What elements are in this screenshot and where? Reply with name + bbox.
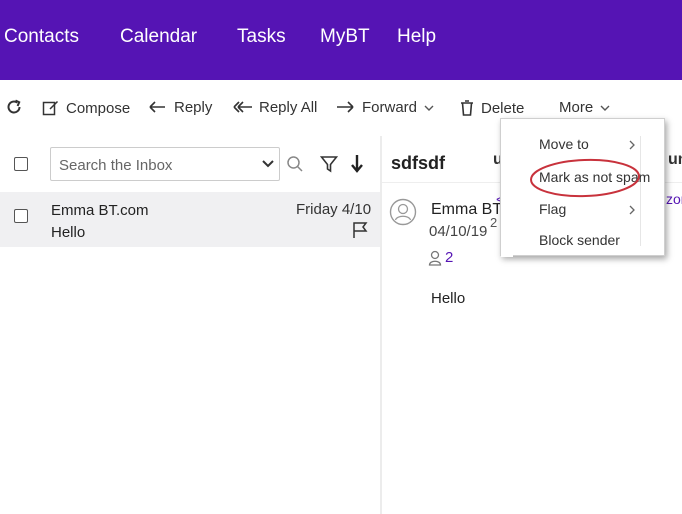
message-list-pane: Emma BT.com Hello Friday 4/10 — [0, 136, 380, 514]
chevron-down-icon[interactable] — [261, 158, 275, 170]
reply-button[interactable]: Reply — [148, 99, 212, 116]
trash-icon — [461, 100, 473, 116]
flag-icon[interactable] — [352, 221, 368, 239]
delete-button[interactable]: Delete — [459, 99, 524, 117]
recipient-count[interactable]: 2 — [445, 249, 453, 266]
nav-mybt[interactable]: MyBT — [320, 26, 370, 48]
message-date-detail: 04/10/19 — [429, 223, 488, 240]
message-list-header — [0, 136, 380, 192]
nav-tasks[interactable]: Tasks — [237, 26, 286, 48]
highlight-ring-annotation — [530, 158, 640, 198]
more-button[interactable]: More — [559, 99, 611, 116]
select-all-checkbox[interactable] — [14, 157, 28, 171]
reply-label: Reply — [174, 99, 213, 116]
nav-help[interactable]: Help — [397, 26, 436, 48]
reading-header-fragment-right: un — [668, 151, 682, 168]
list-item[interactable]: Emma BT.com Hello Friday 4/10 — [0, 192, 380, 247]
nav-calendar[interactable]: Calendar — [120, 26, 197, 48]
chevron-down-icon — [600, 105, 610, 111]
message-date: Friday 4/10 — [296, 201, 372, 218]
forward-arrow-icon — [337, 100, 354, 113]
search-icon[interactable] — [286, 155, 304, 173]
compose-icon — [42, 100, 59, 116]
search-input[interactable] — [59, 155, 249, 175]
reply-all-button[interactable]: Reply All — [233, 99, 317, 116]
filter-icon[interactable] — [320, 155, 338, 173]
delete-label: Delete — [481, 99, 525, 117]
compose-label: Compose — [66, 99, 131, 117]
avatar — [389, 198, 417, 226]
forward-button[interactable]: Forward — [336, 99, 435, 116]
recipients-icon[interactable] — [428, 250, 442, 266]
reply-arrow-icon — [149, 100, 165, 113]
message-subject: Hello — [51, 224, 86, 241]
sort-arrow-icon[interactable] — [350, 154, 364, 174]
more-label: More — [559, 99, 594, 116]
reply-all-icon — [233, 100, 252, 113]
reading-link-fragment-right[interactable]: zon — [666, 191, 682, 207]
menu-item-flag[interactable]: Flag — [539, 201, 566, 217]
message-checkbox[interactable] — [14, 209, 28, 223]
reading-digit-fragment: 2 — [490, 215, 498, 230]
message-subject-heading: sdfsdf — [391, 153, 445, 173]
search-box — [50, 147, 280, 181]
message-sender: Emma BT.com — [51, 202, 149, 219]
chevron-right-icon — [629, 140, 635, 150]
chevron-down-icon — [424, 105, 434, 111]
forward-label: Forward — [362, 99, 418, 116]
refresh-icon — [7, 99, 21, 114]
refresh-button[interactable] — [5, 98, 23, 116]
compose-button[interactable]: Compose — [42, 99, 130, 117]
menu-item-move-to[interactable]: Move to — [539, 136, 589, 152]
chevron-right-icon — [629, 205, 635, 215]
reply-all-label: Reply All — [259, 99, 318, 116]
message-body: Hello — [431, 290, 466, 307]
menu-item-block-sender[interactable]: Block sender — [539, 232, 620, 248]
nav-contacts[interactable]: Contacts — [4, 26, 79, 48]
top-nav-bar: Contacts Calendar Tasks MyBT Help — [0, 0, 682, 80]
menu-shadow-edge — [501, 129, 513, 257]
